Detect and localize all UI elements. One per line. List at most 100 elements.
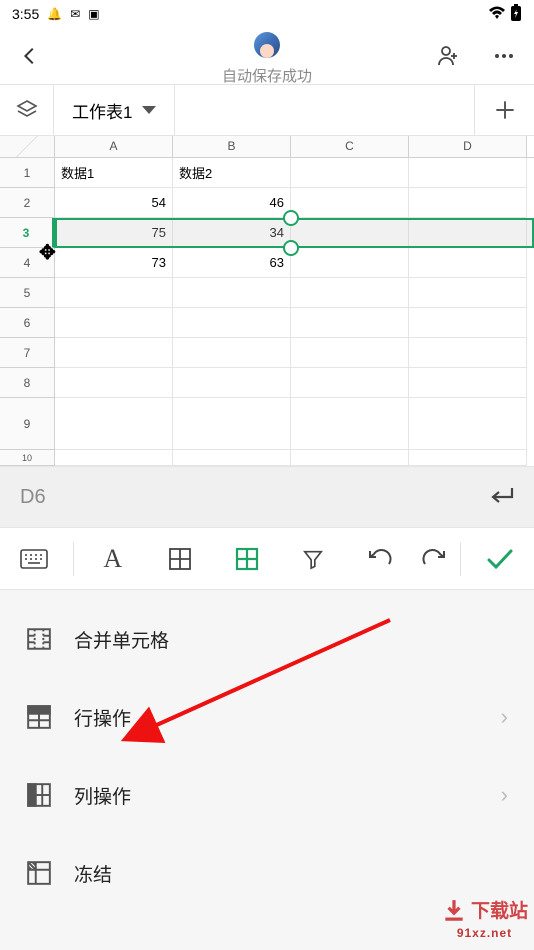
cells-button[interactable] bbox=[219, 529, 275, 589]
page-title: 自动保存成功 bbox=[222, 65, 312, 86]
col-header-c[interactable]: C bbox=[291, 136, 409, 157]
battery-icon bbox=[510, 4, 522, 25]
row-header[interactable]: 4 bbox=[0, 248, 55, 278]
cell[interactable] bbox=[291, 188, 409, 218]
cell[interactable] bbox=[409, 308, 527, 338]
keyboard-button[interactable] bbox=[6, 529, 62, 589]
sheet-manager-button[interactable] bbox=[0, 85, 54, 135]
borders-button[interactable] bbox=[152, 529, 208, 589]
cell[interactable] bbox=[409, 278, 527, 308]
cell[interactable] bbox=[55, 338, 173, 368]
cell[interactable] bbox=[291, 158, 409, 188]
cell[interactable] bbox=[173, 278, 291, 308]
confirm-button[interactable] bbox=[472, 529, 528, 589]
freeze-icon bbox=[26, 860, 52, 886]
cell[interactable]: 73 bbox=[55, 248, 173, 278]
add-sheet-button[interactable] bbox=[474, 85, 534, 135]
row-header-selected[interactable]: 3 bbox=[0, 218, 55, 248]
cell[interactable] bbox=[291, 218, 409, 248]
cell[interactable]: 63 bbox=[173, 248, 291, 278]
row-header[interactable]: 6 bbox=[0, 308, 55, 338]
cell[interactable] bbox=[55, 308, 173, 338]
row-header[interactable]: 8 bbox=[0, 368, 55, 398]
cell[interactable] bbox=[173, 368, 291, 398]
cell[interactable] bbox=[409, 188, 527, 218]
cell[interactable] bbox=[55, 450, 173, 466]
row-ops-icon bbox=[26, 704, 52, 730]
toolbar: A bbox=[0, 528, 534, 590]
cell[interactable]: 54 bbox=[55, 188, 173, 218]
cell[interactable]: 46 bbox=[173, 188, 291, 218]
menu-item-col-operations[interactable]: 列操作 › bbox=[0, 756, 534, 834]
row-header[interactable]: 9 bbox=[0, 398, 55, 450]
chevron-down-icon bbox=[142, 106, 156, 114]
menu-item-row-operations[interactable]: 行操作 › bbox=[0, 678, 534, 756]
cell[interactable] bbox=[55, 398, 173, 450]
cell[interactable] bbox=[291, 308, 409, 338]
col-ops-icon bbox=[26, 782, 52, 808]
col-header-a[interactable]: A bbox=[55, 136, 173, 157]
cell[interactable] bbox=[291, 450, 409, 466]
formula-bar: D6 bbox=[0, 466, 534, 528]
cell[interactable] bbox=[291, 398, 409, 450]
cell[interactable]: 75 bbox=[55, 218, 173, 248]
cell[interactable] bbox=[409, 248, 527, 278]
cell[interactable] bbox=[409, 368, 527, 398]
watermark: 下载站 91xz.net bbox=[441, 898, 528, 940]
more-button[interactable] bbox=[492, 44, 516, 68]
cell-menu: 合并单元格 行操作 › 列操作 › 冻结 bbox=[0, 590, 534, 950]
font-button[interactable]: A bbox=[85, 529, 141, 589]
cell[interactable] bbox=[291, 248, 409, 278]
sheet-tab-active[interactable]: 工作表1 bbox=[54, 85, 175, 135]
cell[interactable] bbox=[173, 308, 291, 338]
sheet-tab-label: 工作表1 bbox=[72, 98, 132, 123]
cell[interactable] bbox=[55, 278, 173, 308]
cell[interactable]: 数据1 bbox=[55, 158, 173, 188]
col-header-d[interactable]: D bbox=[409, 136, 527, 157]
menu-item-merge-cells[interactable]: 合并单元格 bbox=[0, 600, 534, 678]
spreadsheet-grid[interactable]: A B C D 1 数据1 数据2 2 54 46 3 75 34 4 73 bbox=[0, 136, 534, 466]
cell[interactable] bbox=[291, 278, 409, 308]
chevron-right-icon: › bbox=[501, 782, 508, 808]
cell[interactable] bbox=[173, 338, 291, 368]
app-bar: 自动保存成功 bbox=[0, 28, 534, 84]
menu-item-label: 合并单元格 bbox=[74, 626, 169, 653]
cell[interactable] bbox=[291, 338, 409, 368]
divider bbox=[73, 542, 74, 576]
undo-button[interactable] bbox=[352, 529, 408, 589]
divider bbox=[460, 542, 461, 576]
cell[interactable]: 34 bbox=[173, 218, 291, 248]
download-icon bbox=[441, 898, 467, 927]
add-person-button[interactable] bbox=[436, 44, 460, 68]
cell[interactable] bbox=[55, 368, 173, 398]
cell[interactable] bbox=[409, 398, 527, 450]
cell[interactable] bbox=[173, 398, 291, 450]
menu-item-label: 行操作 bbox=[74, 704, 131, 731]
cell[interactable] bbox=[409, 450, 527, 466]
select-all-corner[interactable] bbox=[0, 136, 55, 157]
cell-reference[interactable]: D6 bbox=[20, 486, 46, 509]
row-header[interactable]: 5 bbox=[0, 278, 55, 308]
wifi-icon bbox=[488, 6, 506, 23]
cell[interactable] bbox=[409, 338, 527, 368]
notification-bell-icon: 🔔 bbox=[47, 7, 62, 21]
cell[interactable] bbox=[409, 158, 527, 188]
col-header-b[interactable]: B bbox=[173, 136, 291, 157]
row-header[interactable]: 10 bbox=[0, 450, 55, 466]
row-header[interactable]: 1 bbox=[0, 158, 55, 188]
cell[interactable] bbox=[409, 218, 527, 248]
back-button[interactable] bbox=[18, 44, 42, 68]
chevron-right-icon: › bbox=[501, 704, 508, 730]
filter-button[interactable] bbox=[285, 529, 341, 589]
menu-item-label: 冻结 bbox=[74, 860, 112, 887]
cell[interactable] bbox=[291, 368, 409, 398]
avatar[interactable] bbox=[254, 32, 280, 58]
enter-icon[interactable] bbox=[488, 485, 514, 510]
cell[interactable] bbox=[173, 450, 291, 466]
row-header[interactable]: 7 bbox=[0, 338, 55, 368]
cell[interactable]: 数据2 bbox=[173, 158, 291, 188]
merge-cells-icon bbox=[26, 626, 52, 652]
status-bar: 3:55 🔔 ✉ ▣ bbox=[0, 0, 534, 28]
redo-button[interactable] bbox=[419, 529, 449, 589]
row-header[interactable]: 2 bbox=[0, 188, 55, 218]
